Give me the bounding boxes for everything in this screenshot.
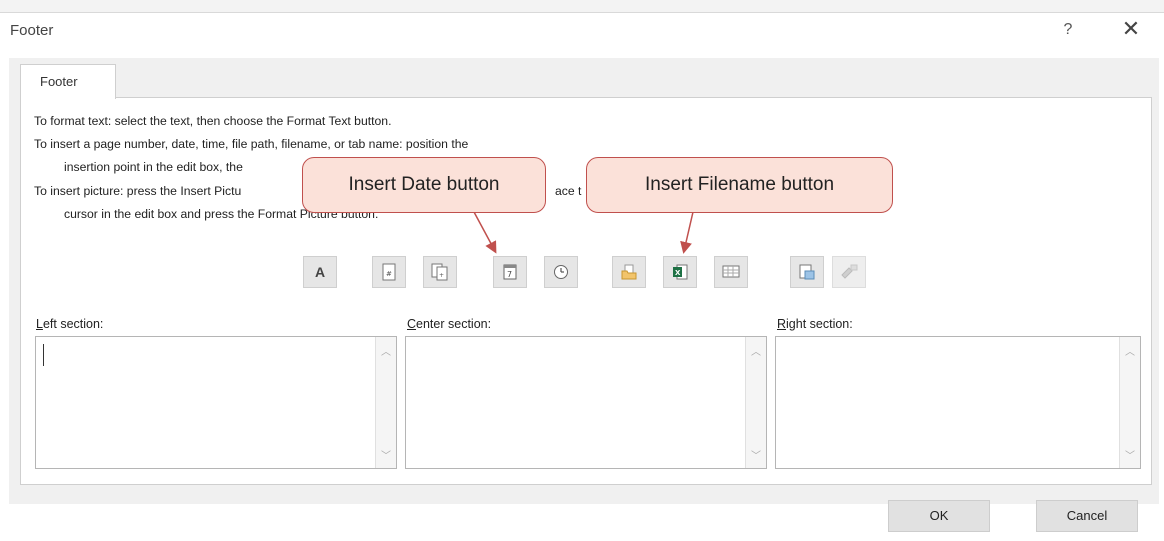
left-section-scrollbar[interactable]: ︿ ﹀ <box>375 337 396 468</box>
instruction-line: To insert a page number, date, time, fil… <box>34 137 469 151</box>
left-section-label: Left section: <box>36 317 104 331</box>
page-number-icon: # <box>382 263 396 281</box>
insert-filename-button[interactable]: X <box>663 256 697 288</box>
scroll-up-icon[interactable]: ︿ <box>1120 343 1140 358</box>
format-text-button[interactable]: A <box>303 256 337 288</box>
insert-number-of-pages-button[interactable]: + <box>423 256 457 288</box>
instruction-line: ace t <box>555 184 582 198</box>
center-section-editbox[interactable]: ︿ ﹀ <box>405 336 767 469</box>
picture-icon <box>799 264 815 280</box>
center-section-label: Center section: <box>407 317 492 331</box>
insert-file-path-button[interactable] <box>612 256 646 288</box>
format-picture-button[interactable] <box>832 256 866 288</box>
scroll-up-icon[interactable]: ︿ <box>746 343 766 358</box>
right-section-editbox[interactable]: ︿ ﹀ <box>775 336 1141 469</box>
left-section-editbox[interactable]: ︿ ﹀ <box>35 336 397 469</box>
scroll-down-icon[interactable]: ﹀ <box>746 447 766 462</box>
svg-text:X: X <box>675 269 681 277</box>
clock-icon <box>554 265 568 279</box>
tab-footer-label: Footer <box>40 74 78 89</box>
right-section-label: Right section: <box>777 317 853 331</box>
svg-text:7: 7 <box>507 270 512 279</box>
help-button[interactable]: ? <box>1056 18 1080 42</box>
sheet-icon <box>722 265 740 278</box>
insert-date-callout: Insert Date button <box>302 157 546 213</box>
ok-button[interactable]: OK <box>888 500 990 532</box>
excel-file-icon: X <box>673 264 688 280</box>
insert-page-number-button[interactable]: # <box>372 256 406 288</box>
center-section-scrollbar[interactable]: ︿ ﹀ <box>745 337 766 468</box>
format-picture-icon <box>841 264 858 279</box>
format-text-icon: A <box>314 264 326 280</box>
dialog-title: Footer <box>10 22 54 39</box>
cancel-button[interactable]: Cancel <box>1036 500 1138 532</box>
close-button[interactable]: ✕ <box>1118 16 1144 42</box>
text-caret <box>43 344 44 366</box>
instruction-line: To format text: select the text, then ch… <box>34 114 392 128</box>
insert-filename-callout: Insert Filename button <box>586 157 893 213</box>
right-section-scrollbar[interactable]: ︿ ﹀ <box>1119 337 1140 468</box>
insert-date-button[interactable]: 7 <box>493 256 527 288</box>
insert-picture-button[interactable] <box>790 256 824 288</box>
insert-sheet-name-button[interactable] <box>714 256 748 288</box>
scroll-up-icon[interactable]: ︿ <box>376 343 396 358</box>
instruction-line: insertion point in the edit box, the <box>64 160 243 174</box>
calendar-icon: 7 <box>503 264 517 280</box>
background-window-strip <box>0 0 1164 13</box>
insert-time-button[interactable] <box>544 256 578 288</box>
scroll-down-icon[interactable]: ﹀ <box>1120 447 1140 462</box>
svg-text:+: + <box>439 272 444 279</box>
instruction-line: To insert picture: press the Insert Pict… <box>34 184 242 198</box>
svg-text:#: # <box>386 270 392 278</box>
folder-icon <box>621 264 637 280</box>
number-of-pages-icon: + <box>431 263 448 281</box>
scroll-down-icon[interactable]: ﹀ <box>376 447 396 462</box>
